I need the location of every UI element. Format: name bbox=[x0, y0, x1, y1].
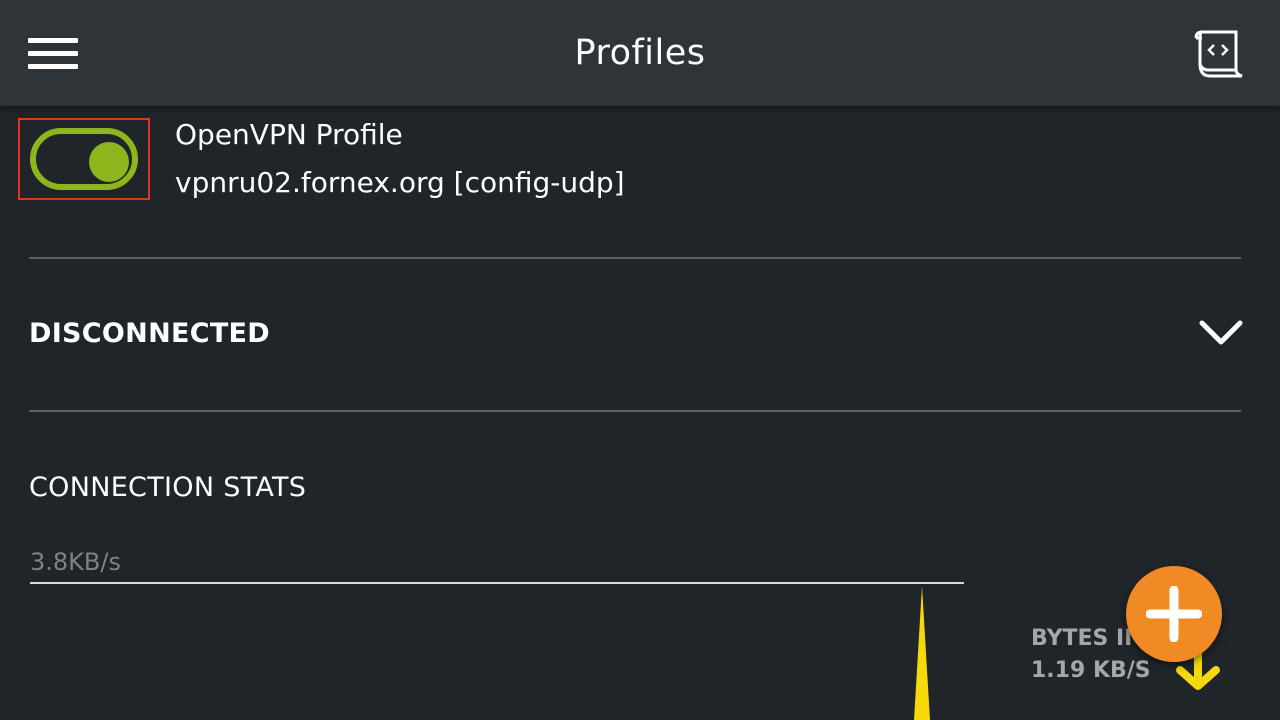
bytes-in-value: 1.19 KB/S bbox=[1031, 658, 1151, 683]
profile-toggle[interactable] bbox=[18, 118, 150, 200]
plus-icon bbox=[1146, 586, 1202, 642]
traffic-graph-spike bbox=[914, 586, 930, 720]
chevron-down-icon[interactable] bbox=[1198, 318, 1244, 348]
bytes-in-label: BYTES IN bbox=[1031, 626, 1131, 651]
app-window: Profiles OpenVPN Profile vpnru02.fornex.… bbox=[0, 0, 1280, 720]
top-app-bar: Profiles bbox=[0, 0, 1280, 106]
connection-stats-title: CONNECTION STATS bbox=[29, 472, 307, 503]
import-profile-icon bbox=[1194, 30, 1243, 78]
import-profile-button[interactable] bbox=[1188, 26, 1248, 82]
graph-top-line bbox=[30, 582, 964, 584]
connection-status: DISCONNECTED bbox=[29, 318, 270, 349]
divider bbox=[29, 410, 1241, 412]
divider bbox=[29, 257, 1241, 259]
connection-status-row[interactable]: DISCONNECTED bbox=[0, 260, 1280, 410]
toggle-track bbox=[30, 128, 138, 190]
graph-rate-label: 3.8KB/s bbox=[30, 548, 121, 576]
profile-name: OpenVPN Profile bbox=[175, 118, 403, 151]
profile-row[interactable]: OpenVPN Profile vpnru02.fornex.org [conf… bbox=[0, 106, 1280, 258]
profile-server: vpnru02.fornex.org [config-udp] bbox=[175, 166, 625, 199]
page-title: Profiles bbox=[574, 33, 706, 73]
toggle-knob bbox=[89, 142, 129, 182]
add-profile-button[interactable] bbox=[1126, 566, 1222, 662]
